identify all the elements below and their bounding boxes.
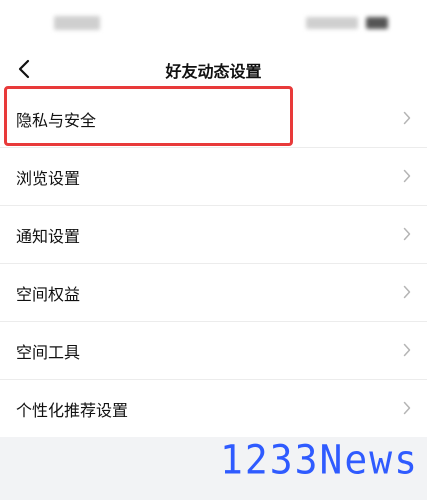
menu-item-browse-settings[interactable]: 浏览设置: [0, 148, 427, 206]
status-signal-blurred: [306, 17, 358, 29]
menu-item-label: 空间工具: [16, 342, 81, 362]
page-title: 好友动态设置: [165, 62, 262, 81]
menu-item-label: 隐私与安全: [16, 110, 97, 130]
menu-item-privacy-security[interactable]: 隐私与安全: [0, 90, 427, 148]
navigation-bar: 好友动态设置: [0, 48, 427, 90]
menu-item-personalized-recommendation[interactable]: 个性化推荐设置: [0, 380, 427, 437]
chevron-right-icon: [403, 169, 411, 183]
chevron-right-icon: [403, 227, 411, 241]
menu-item-notification-settings[interactable]: 通知设置: [0, 206, 427, 264]
watermark: 1233News: [219, 436, 419, 484]
menu-item-label: 空间权益: [16, 284, 81, 304]
battery-icon: [366, 17, 388, 29]
status-bar: [0, 0, 427, 48]
menu-item-label: 个性化推荐设置: [16, 400, 129, 420]
chevron-right-icon: [403, 111, 411, 125]
status-time-blurred: [54, 16, 100, 30]
menu-item-space-rights[interactable]: 空间权益: [0, 264, 427, 322]
settings-list: 隐私与安全 浏览设置 通知设置 空间权益 空间工具 个性化推荐设置: [0, 90, 427, 437]
chevron-right-icon: [403, 343, 411, 357]
chevron-right-icon: [403, 401, 411, 415]
menu-item-label: 通知设置: [16, 226, 81, 246]
menu-item-space-tools[interactable]: 空间工具: [0, 322, 427, 380]
chevron-right-icon: [403, 285, 411, 299]
menu-item-label: 浏览设置: [16, 168, 81, 188]
